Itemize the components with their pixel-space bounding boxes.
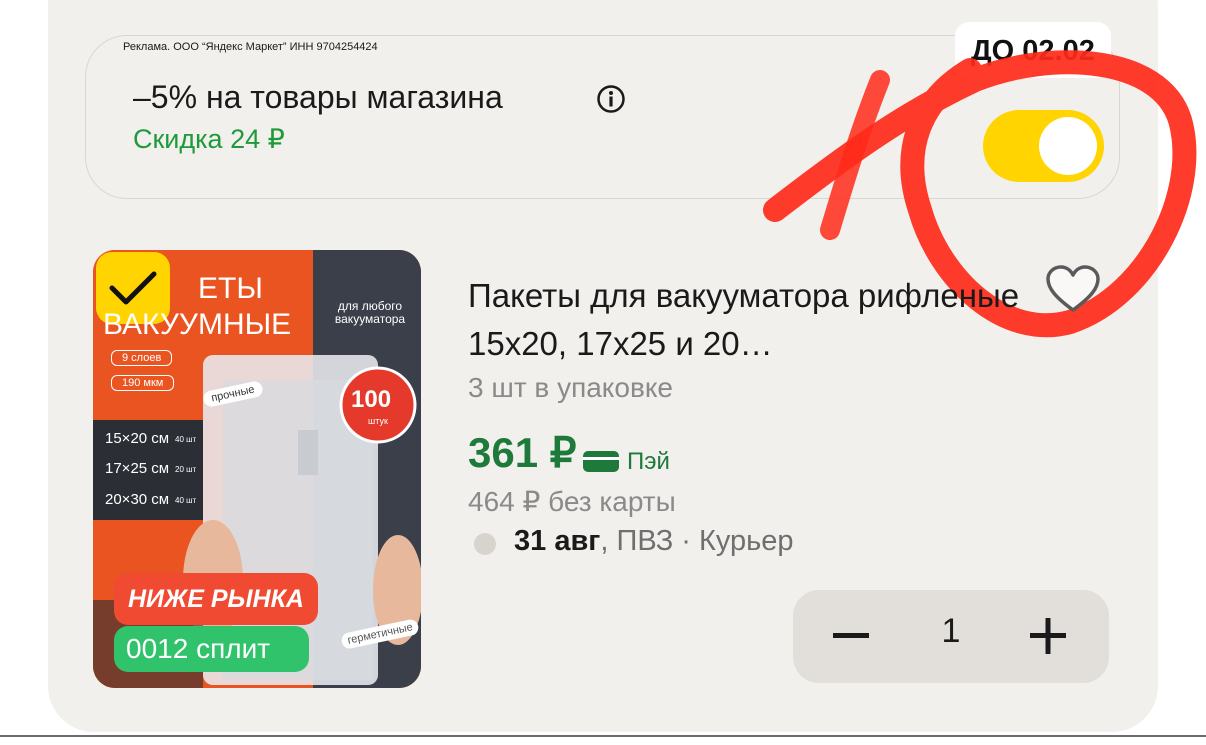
pack-info: 3 шт в упаковке xyxy=(468,372,673,403)
split-badge: 0012 сплит xyxy=(114,626,309,672)
plus-icon[interactable] xyxy=(1020,608,1076,664)
delivery-date: 31 авг xyxy=(514,525,601,557)
image-count-unit: штук xyxy=(368,416,388,426)
image-size1-qty: 40 шт xyxy=(175,435,197,444)
promo-title: –5% на товары магазина xyxy=(133,79,503,115)
image-size3: 20×30 см xyxy=(105,491,170,508)
image-size1: 15×20 см xyxy=(105,430,170,447)
quantity-stepper: 1 xyxy=(793,590,1109,683)
bottom-divider xyxy=(0,735,1206,745)
product-title[interactable]: Пакеты для вакууматора рифленые 15х20, 1… xyxy=(468,272,1028,368)
price-without-card: 464 ₽ без карты xyxy=(468,486,676,517)
image-size2-qty: 20 шт xyxy=(175,465,197,474)
delivery-info: 31 авг, ПВЗ · Курьер xyxy=(514,525,794,558)
heart-icon[interactable] xyxy=(1043,263,1103,315)
image-title-line1: ЕТЫ xyxy=(198,272,263,305)
below-market-badge: НИЖЕ РЫНКА xyxy=(114,573,318,625)
image-thickness: 190 мкм xyxy=(111,375,175,391)
pay-label: Пэй xyxy=(627,448,670,475)
delivery-status-dot xyxy=(474,533,496,555)
image-size2: 17×25 см xyxy=(105,460,170,477)
delivery-options: , ПВЗ · Курьер xyxy=(600,525,794,557)
promo-discount: Скидка 24 ₽ xyxy=(133,124,285,154)
info-icon[interactable] xyxy=(596,84,626,114)
image-layers: 9 слоев xyxy=(111,350,173,366)
card-icon xyxy=(583,451,619,472)
image-size3-qty: 40 шт xyxy=(175,496,197,505)
card-price: 361 ₽ xyxy=(468,429,577,476)
image-title-line2: ВАКУУМНЫЕ xyxy=(103,308,292,341)
image-for-any: для любого вакууматора xyxy=(334,299,406,326)
image-count: 100 xyxy=(351,386,392,413)
ad-disclaimer: Реклама. ООО “Яндекс Маркет” ИНН 9704254… xyxy=(123,41,378,53)
